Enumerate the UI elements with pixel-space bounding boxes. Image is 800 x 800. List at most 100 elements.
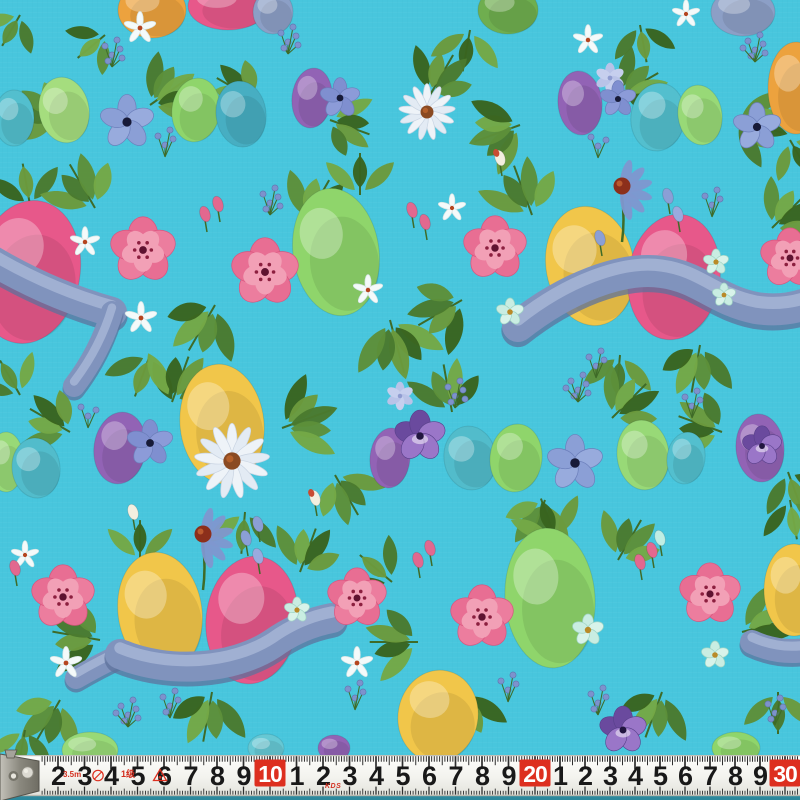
stamen-dot — [476, 608, 480, 612]
ruler-brand-label: KDS — [325, 783, 341, 790]
egg-highlight — [322, 739, 338, 749]
hook-hole — [11, 773, 16, 778]
stamen-dot — [133, 248, 137, 252]
stamen-dot — [272, 270, 276, 274]
berry — [580, 372, 586, 378]
berry — [263, 206, 269, 212]
ruler-number: 1 — [289, 761, 304, 791]
berry — [78, 404, 84, 410]
ruler-number: 4 — [369, 761, 384, 791]
berry — [293, 33, 299, 39]
hook-rivet — [24, 769, 28, 773]
berry — [591, 706, 597, 712]
berry — [571, 393, 577, 399]
berry — [118, 703, 124, 709]
stamen-dot — [704, 599, 708, 603]
berry — [272, 185, 278, 191]
flower-center — [491, 244, 498, 251]
ruler-number: 6 — [678, 761, 693, 791]
ruler-number: 6 — [422, 761, 437, 791]
stamen-dot — [484, 608, 488, 612]
ruler-number: 4 — [104, 761, 119, 791]
stamen-dot — [57, 602, 61, 606]
ruler-number: 7 — [183, 761, 197, 791]
berry — [714, 187, 720, 193]
berry — [768, 716, 774, 722]
berry — [357, 680, 363, 686]
berry — [513, 681, 519, 687]
berry — [277, 203, 283, 209]
berry — [757, 32, 763, 38]
flower-center — [507, 309, 513, 315]
flower-center — [23, 553, 27, 557]
stamen-dot — [137, 241, 141, 245]
stamen-dot — [784, 263, 788, 267]
flower-center — [706, 590, 713, 597]
berry — [603, 694, 609, 700]
stamen-dot — [476, 622, 480, 626]
berry — [114, 37, 120, 43]
stamen-dot — [351, 590, 355, 594]
berry — [345, 686, 351, 692]
berry — [586, 354, 592, 360]
berry — [105, 58, 111, 64]
berry — [155, 133, 161, 139]
berry — [762, 50, 768, 56]
berry — [102, 43, 108, 49]
flower-center — [585, 627, 591, 633]
ruler-grade-label: 1级 — [121, 770, 135, 779]
stamen-dot — [363, 596, 367, 600]
egg-highlight — [717, 736, 741, 749]
berry — [740, 45, 746, 51]
berry — [600, 685, 606, 691]
stamen-dot — [484, 622, 488, 626]
ruler-length-label: 3.5m — [63, 771, 81, 779]
flower-center — [759, 443, 765, 449]
stamen-dot — [359, 590, 363, 594]
berry — [765, 701, 771, 707]
ruler-number: 7 — [703, 761, 717, 791]
ruler-red-number: 20 — [523, 761, 547, 787]
stamen-dot — [501, 246, 505, 250]
flower-center — [83, 240, 87, 244]
berry — [760, 41, 766, 47]
cone-highlight — [617, 181, 623, 187]
ribbon-banner — [752, 637, 800, 654]
berry — [113, 710, 119, 716]
flower-center — [712, 652, 718, 658]
flower-center — [586, 38, 590, 42]
ruler-number: 7 — [448, 761, 462, 791]
fabric-product-photo: 23456789101234567892012345678930 3.5m 1级… — [0, 0, 800, 800]
stamen-dot — [259, 278, 263, 282]
flower-center — [355, 661, 360, 666]
stamen-dot — [65, 588, 69, 592]
stamen-dot — [497, 239, 501, 243]
berry — [121, 718, 127, 724]
berry — [777, 695, 783, 701]
berry — [119, 55, 125, 61]
berry — [290, 24, 296, 30]
berry — [172, 688, 178, 694]
ruler-number: 9 — [501, 761, 516, 791]
berry — [583, 381, 589, 387]
stamen-dot — [137, 255, 141, 259]
berry — [748, 53, 754, 59]
ruler-number: 2 — [578, 761, 592, 791]
stamen-dot — [489, 253, 493, 257]
flower-center — [620, 727, 627, 734]
ruler-number: 5 — [653, 761, 668, 791]
stamen-dot — [348, 596, 352, 600]
stamen-dot — [351, 603, 355, 607]
stamen-dot — [57, 588, 61, 592]
cone-center — [614, 178, 631, 195]
berry — [598, 348, 604, 354]
stamen-dot — [485, 246, 489, 250]
flower-center — [450, 206, 454, 210]
berry — [163, 709, 169, 715]
berry — [694, 388, 700, 394]
fabric-pattern-svg: 23456789101234567892012345678930 — [0, 0, 800, 800]
berry — [717, 196, 723, 202]
stamen-dot — [716, 592, 720, 596]
berry — [360, 689, 366, 695]
stamen-dot — [150, 248, 154, 252]
